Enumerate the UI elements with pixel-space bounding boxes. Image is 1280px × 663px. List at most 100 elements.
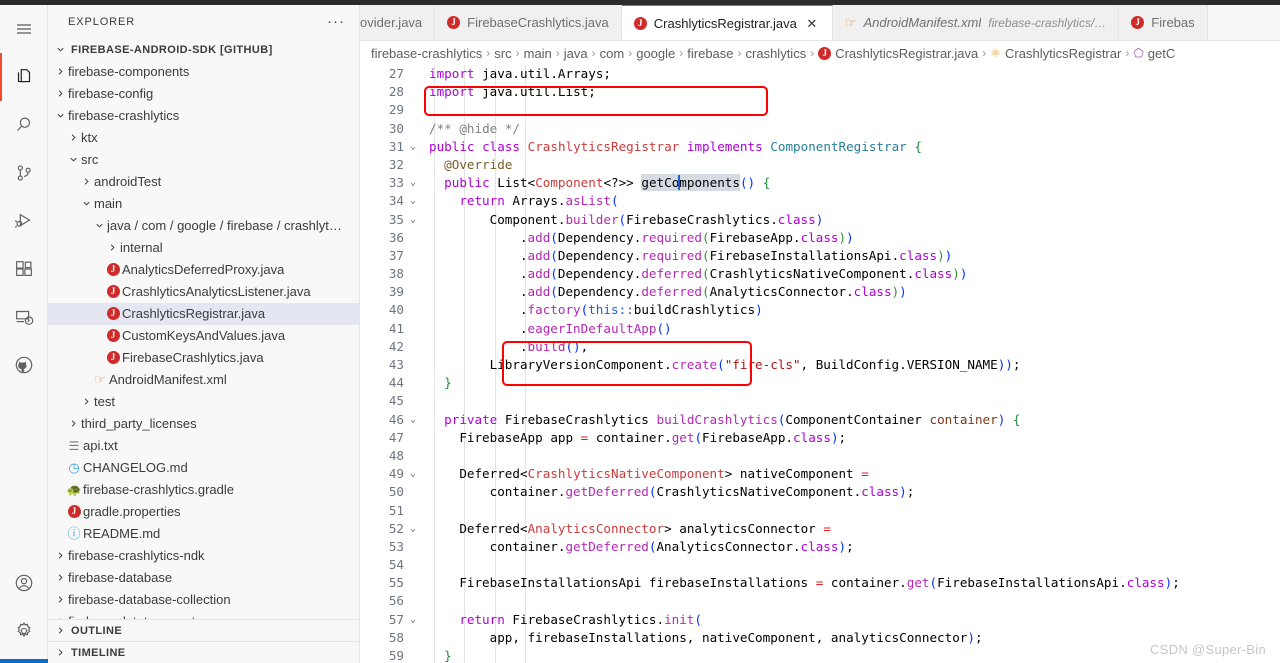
breadcrumb-item-5[interactable]: google [633,46,678,61]
explorer-root-section-header[interactable]: FIREBASE-ANDROID-SDK [GITHUB] [48,39,359,60]
activity-bar-item-accounts[interactable] [0,559,48,607]
breadcrumb-item-9[interactable]: ⚛ CrashlyticsRegistrar [987,46,1124,61]
tree-item[interactable]: J CrashlyticsAnalyticsListener.java [48,281,359,303]
tree-item[interactable]: firebase-database [48,567,359,589]
tree-item-selected[interactable]: J CrashlyticsRegistrar.java [48,302,359,325]
code-line[interactable]: 51 [360,502,1280,520]
breadcrumb-item-2[interactable]: main [521,46,555,61]
code-line[interactable]: 38 .add(Dependency.deferred(CrashlyticsNa… [360,265,1280,283]
activity-bar-item-explorer[interactable] [0,53,48,101]
code-line[interactable]: 55 FirebaseInstallationsApi firebaseInsta… [360,574,1280,592]
code-line[interactable]: 46 ⌄ private FirebaseCrashlytics buildCras… [360,411,1280,429]
code-line[interactable]: 56 [360,592,1280,610]
tree-item[interactable]: firebase-datatransport [48,611,359,619]
tree-item[interactable]: firebase-crashlytics-ndk [48,545,359,567]
tree-item[interactable]: ⓘ README.md [48,523,359,545]
tree-item[interactable]: src [48,149,359,171]
code-line[interactable]: 37 .add(Dependency.required(FirebaseInsta… [360,247,1280,265]
tree-item[interactable]: ☞ AndroidManifest.xml [48,369,359,391]
tree-item[interactable]: ☰ api.txt [48,435,359,457]
editor-tab-1[interactable]: J FirebaseCrashlytics.java [435,5,622,40]
breadcrumb-item-0[interactable]: firebase-crashlytics [368,46,485,61]
tree-item[interactable]: test [48,391,359,413]
code-line[interactable]: 30 /** @hide */ [360,120,1280,138]
fold-chevron[interactable]: ⌄ [404,211,422,229]
code-line[interactable]: 52 ⌄ Deferred<AnalyticsConnector> analytic… [360,520,1280,538]
tree-item[interactable]: androidTest [48,171,359,193]
code-line[interactable]: 47 FirebaseApp app = container.get(Fireba… [360,429,1280,447]
activity-bar-item-settings[interactable] [0,607,48,655]
sidebar-section-timeline[interactable]: TIMELINE [48,641,359,663]
tree-item[interactable]: ktx [48,127,359,149]
breadcrumb-item-4[interactable]: com [597,46,628,61]
close-icon[interactable]: ✕ [804,15,820,31]
code-line[interactable]: 57 ⌄ return FirebaseCrashlytics.init( [360,611,1280,629]
code-line[interactable]: 35 ⌄ Component.builder(FirebaseCrashlytics… [360,211,1280,229]
tree-item[interactable]: J AnalyticsDeferredProxy.java [48,259,359,281]
code-line[interactable]: 54 [360,556,1280,574]
activity-bar-item-run-and-debug[interactable] [0,197,48,245]
code-line[interactable]: 28 import java.util.List; [360,83,1280,101]
code-line[interactable]: 42 .build(), [360,338,1280,356]
tree-item[interactable]: internal [48,237,359,259]
tree-item[interactable]: third_party_licenses [48,413,359,435]
tree-item[interactable]: Jgradle.properties [48,501,359,523]
code-line[interactable]: 33 ⌄ public List<Component<?>> getComponen… [360,174,1280,192]
code-line[interactable]: 45 [360,392,1280,410]
tree-item[interactable]: firebase-crashlytics [48,105,359,127]
code-line[interactable]: 27 import java.util.Arrays; [360,65,1280,83]
hamburger-menu-button[interactable] [0,5,48,53]
editor-tab-0[interactable]: ovider.java [360,5,436,40]
tree-item[interactable]: firebase-config [48,83,359,105]
code-line[interactable]: 58 app, firebaseInstallations, nativeComp… [360,629,1280,647]
sidebar-more-actions-button[interactable]: ··· [327,14,351,29]
fold-chevron[interactable]: ⌄ [404,174,422,192]
code-line[interactable]: 32 @Override [360,156,1280,174]
code-line[interactable]: 36 .add(Dependency.required(FirebaseApp.c… [360,229,1280,247]
file-tree[interactable]: firebase-components firebase-config fireba… [48,61,359,619]
activity-bar-item-source-control[interactable] [0,149,48,197]
code-line[interactable]: 44} [360,374,1280,392]
code-line[interactable]: 40 .factory(this::buildCrashlytics) [360,301,1280,319]
code-line[interactable]: 49 ⌄ Deferred<CrashlyticsNativeComponent> … [360,465,1280,483]
activity-bar-item-remote-explorer[interactable] [0,293,48,341]
breadcrumb-item-7[interactable]: crashlytics [743,46,810,61]
fold-chevron[interactable]: ⌄ [404,138,422,156]
tree-item[interactable]: J FirebaseCrashlytics.java [48,347,359,369]
fold-chevron[interactable]: ⌄ [404,611,422,629]
code-line[interactable]: 31 ⌄ public class CrashlyticsRegistrar imp… [360,138,1280,156]
breadcrumb[interactable]: firebase-crashlytics › src › main › java › com › g… [360,41,1280,65]
activity-bar-item-search[interactable] [0,101,48,149]
editor-tab-bar[interactable]: ovider.java J FirebaseCrashlytics.java J Cra… [360,5,1280,41]
code-line[interactable]: 41 .eagerInDefaultApp() [360,320,1280,338]
code-line[interactable]: 43 LibraryVersionComponent.create("fire-c… [360,356,1280,374]
fold-chevron[interactable]: ⌄ [404,192,422,210]
editor-tab-2[interactable]: J CrashlyticsRegistrar.java ✕ [621,5,833,40]
fold-chevron[interactable]: ⌄ [404,411,422,429]
tree-item[interactable]: 🐢 firebase-crashlytics.gradle [48,479,359,501]
breadcrumb-item-8[interactable]: J CrashlyticsRegistrar.java [815,46,981,61]
activity-bar-item-extensions[interactable] [0,245,48,293]
code-lines[interactable]: 27 import java.util.Arrays; 28 import java.… [360,65,1280,663]
code-line[interactable]: 48 [360,447,1280,465]
breadcrumb-item-1[interactable]: src [491,46,514,61]
tree-item[interactable]: ◷ CHANGELOG.md [48,457,359,479]
code-line[interactable]: 39 .add(Dependency.deferred(AnalyticsConn… [360,283,1280,301]
code-line[interactable]: 50 container.getDeferred(CrashlyticsNativ… [360,483,1280,501]
tree-item[interactable]: firebase-components [48,61,359,83]
fold-chevron[interactable]: ⌄ [404,465,422,483]
editor-tab-4[interactable]: J Firebas [1119,5,1208,40]
tree-item[interactable]: main [48,193,359,215]
activity-bar-item-github[interactable] [0,341,48,389]
code-line[interactable]: 29 [360,101,1280,119]
tree-item[interactable]: firebase-database-collection [48,589,359,611]
breadcrumb-item-6[interactable]: firebase [684,46,736,61]
tree-item[interactable]: java / com / google / firebase / crashly… [48,215,359,237]
code-line[interactable]: 53 container.getDeferred(AnalyticsConnect… [360,538,1280,556]
editor-tab-3[interactable]: ☞ AndroidManifest.xml firebase-crashlytics… [832,5,1120,40]
sidebar-section-outline[interactable]: OUTLINE [48,619,359,641]
tree-item[interactable]: J CustomKeysAndValues.java [48,325,359,347]
code-line[interactable]: 34 ⌄ return Arrays.asList( [360,192,1280,210]
code-line[interactable]: 59} [360,647,1280,663]
breadcrumb-item-10[interactable]: ⬠ getC [1130,46,1178,61]
